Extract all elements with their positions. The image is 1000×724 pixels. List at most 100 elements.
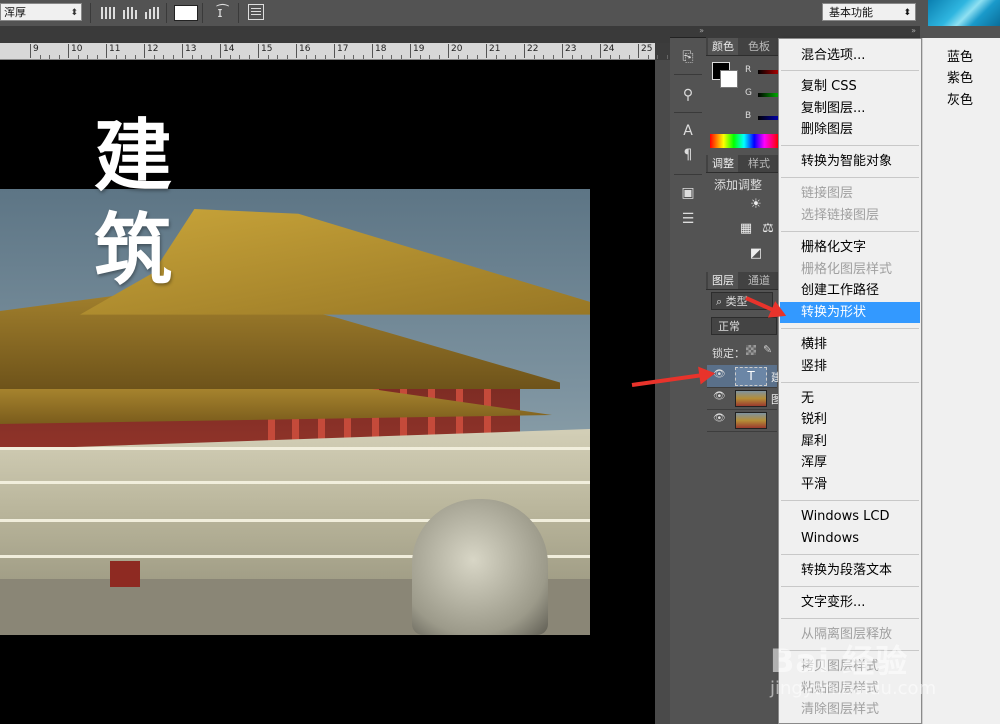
tab-styles[interactable]: 样式 xyxy=(744,155,774,172)
menu-delete-layer[interactable]: 删除图层 xyxy=(780,119,920,140)
layer-row-text[interactable]: 👁 T 建 xyxy=(707,365,782,388)
panels-collapse-button[interactable]: » xyxy=(706,26,920,38)
character-icon[interactable]: A xyxy=(676,120,700,142)
ruler-minor-tick xyxy=(505,55,506,59)
ruler-minor-tick xyxy=(248,55,250,59)
color-balance-icon[interactable]: ⚖ xyxy=(760,221,776,237)
color-spectrum-bar[interactable] xyxy=(710,134,778,148)
channel-label-g: G xyxy=(745,88,752,98)
tag-gray[interactable]: 灰色 xyxy=(947,89,973,108)
notes-icon[interactable]: ☰ xyxy=(676,208,700,230)
align-left-icon[interactable] xyxy=(99,5,117,21)
background-color[interactable] xyxy=(720,70,738,88)
watermark-sub: jingyan.baidu.com xyxy=(770,678,937,699)
tab-color[interactable]: 颜色 xyxy=(708,38,738,55)
ruler-minor-tick xyxy=(286,55,288,59)
history-icon[interactable]: ⎘ xyxy=(676,46,700,68)
ruler-minor-tick xyxy=(571,55,573,59)
eye-icon[interactable]: 👁 xyxy=(713,391,726,403)
workspace-select[interactable]: 基本功能 ⬍ xyxy=(822,3,916,21)
tab-channels[interactable]: 通道 xyxy=(744,272,774,289)
paragraph-icon[interactable]: ¶ xyxy=(676,144,700,166)
background-thumbnail xyxy=(928,0,1000,26)
character-panel-icon[interactable] xyxy=(248,4,264,20)
layer-row-background[interactable]: 👁 xyxy=(707,409,777,432)
menu-create-work-path[interactable]: 创建工作路径 xyxy=(780,280,920,301)
warp-text-icon[interactable]: ɪ͡ xyxy=(208,3,232,23)
ruler-minor-tick xyxy=(87,55,88,59)
menu-vertical[interactable]: 竖排 xyxy=(780,356,920,377)
menu-horizontal[interactable]: 横排 xyxy=(780,334,920,355)
menu-windows[interactable]: Windows xyxy=(780,528,920,549)
ruler-minor-tick xyxy=(457,55,459,59)
menu-aa-crisp[interactable]: 犀利 xyxy=(780,431,920,452)
ruler-minor-tick xyxy=(590,55,592,59)
ruler-minor-tick xyxy=(239,55,240,59)
antialias-value: 浑厚 xyxy=(4,6,26,19)
brush-presets-icon[interactable]: ⚲ xyxy=(676,84,700,106)
curves-icon[interactable]: ▦ xyxy=(738,221,754,237)
ruler-tick-label: 11 xyxy=(105,44,121,58)
brightness-icon[interactable]: ☀ xyxy=(748,197,764,213)
menu-aa-sharp[interactable]: 锐利 xyxy=(780,409,920,430)
ruler-tick-label: 14 xyxy=(219,44,235,58)
divider xyxy=(90,3,91,23)
lock-brush-icon[interactable]: ✎ xyxy=(763,343,772,356)
ruler-tick-label: 10 xyxy=(67,44,83,58)
ruler-tick-label: 18 xyxy=(371,44,387,58)
menu-rasterize-type[interactable]: 栅格化文字 xyxy=(780,237,920,258)
menu-convert-smart-object[interactable]: 转换为智能对象 xyxy=(780,151,920,172)
ruler-minor-tick xyxy=(267,55,269,59)
layer-comps-icon[interactable]: ▣ xyxy=(676,182,700,204)
ruler-tick-label: 21 xyxy=(485,44,501,58)
vertical-scrollbar[interactable] xyxy=(655,60,670,724)
red-slider[interactable] xyxy=(758,70,778,74)
collapse-panels-button[interactable]: » xyxy=(670,26,706,38)
menu-duplicate-layer[interactable]: 复制图层... xyxy=(780,98,920,119)
ruler-tick-label: 23 xyxy=(561,44,577,58)
tag-purple[interactable]: 紫色 xyxy=(947,67,973,86)
menu-aa-smooth[interactable]: 平滑 xyxy=(780,474,920,495)
tag-blue[interactable]: 蓝色 xyxy=(947,46,973,65)
background-layer-thumb xyxy=(735,412,767,429)
menu-copy-css[interactable]: 复制 CSS xyxy=(780,76,920,97)
menu-convert-to-shape[interactable]: 转换为形状 xyxy=(780,302,920,323)
ruler-minor-tick xyxy=(419,55,421,59)
ruler-minor-tick xyxy=(115,55,117,59)
overlay-text-layer[interactable]: 建 筑 xyxy=(94,110,204,298)
color-tag-menu: 蓝色 紫色 灰色 xyxy=(922,38,1000,724)
ruler-minor-tick xyxy=(438,55,440,59)
add-adjustment-label: 添加调整 xyxy=(714,178,763,192)
tab-swatches[interactable]: 色板 xyxy=(744,38,774,55)
ruler-tick-label: 25 xyxy=(637,44,653,58)
align-right-icon[interactable] xyxy=(143,5,161,21)
menu-windows-lcd[interactable]: Windows LCD xyxy=(780,506,920,527)
ruler-minor-tick xyxy=(229,55,231,59)
foreground-background-swatches[interactable] xyxy=(712,62,738,88)
menu-convert-paragraph-text[interactable]: 转换为段落文本 xyxy=(780,560,920,581)
green-slider[interactable] xyxy=(758,93,778,97)
ruler-minor-tick xyxy=(77,55,79,59)
blue-slider[interactable] xyxy=(758,116,778,120)
menu-aa-none[interactable]: 无 xyxy=(780,388,920,409)
menu-aa-strong[interactable]: 浑厚 xyxy=(780,452,920,473)
ruler-minor-tick xyxy=(353,55,354,59)
text-color-swatch[interactable] xyxy=(174,5,198,21)
layer-row-image[interactable]: 👁 图 xyxy=(707,387,782,410)
tab-layers[interactable]: 图层 xyxy=(708,272,738,289)
blend-mode-select[interactable]: 正常 xyxy=(711,317,777,335)
ruler-minor-tick xyxy=(315,55,316,59)
tab-adjustments[interactable]: 调整 xyxy=(708,155,738,172)
align-center-icon[interactable] xyxy=(121,5,139,21)
menu-blending-options[interactable]: 混合选项... xyxy=(780,45,920,66)
lock-transparency-icon[interactable] xyxy=(746,345,756,355)
ruler-minor-tick xyxy=(647,55,649,59)
antialias-select[interactable]: 浑厚 ⬍ xyxy=(0,3,82,21)
eye-icon[interactable]: 👁 xyxy=(713,413,726,425)
ruler-minor-tick xyxy=(305,55,307,59)
ruler-tick-label: 16 xyxy=(295,44,311,58)
gradient-map-icon[interactable]: ◩ xyxy=(748,246,764,262)
blend-mode-value: 正常 xyxy=(718,320,740,333)
menu-warp-text[interactable]: 文字变形... xyxy=(780,592,920,613)
ruler-minor-tick xyxy=(277,55,278,59)
